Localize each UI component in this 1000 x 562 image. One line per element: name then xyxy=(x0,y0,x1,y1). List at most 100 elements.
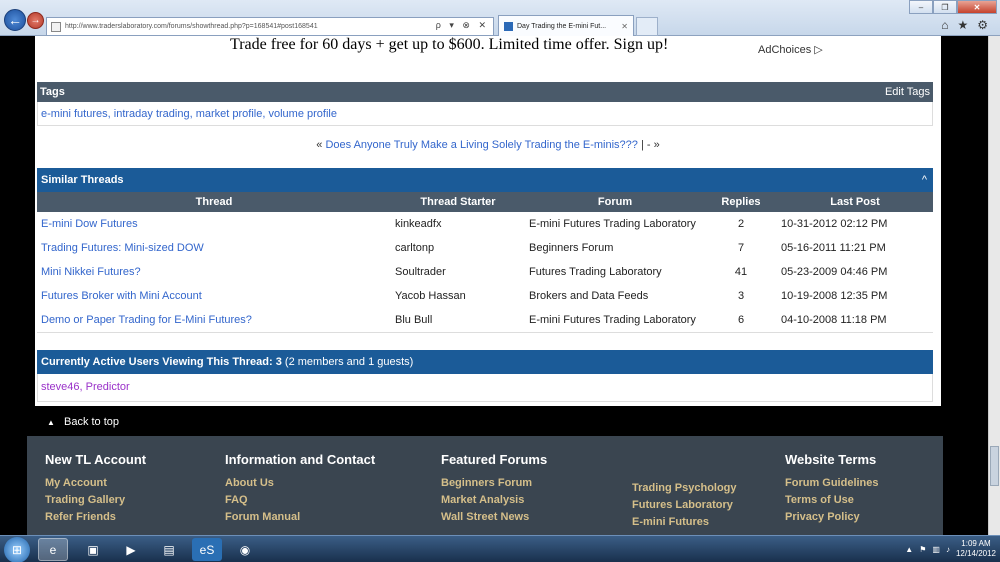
tab-close-icon[interactable]: ✕ xyxy=(621,22,628,31)
collapse-caret-icon[interactable]: ^ xyxy=(922,174,927,186)
forum-name: Beginners Forum xyxy=(529,242,614,254)
footer-heading: Website Terms xyxy=(785,452,877,467)
computer-icon[interactable]: ▤ xyxy=(154,538,184,561)
address-controls[interactable]: ρ ▾ ⊗ ✕ xyxy=(436,20,489,31)
table-row: Futures Broker with Mini Account Yacob H… xyxy=(37,284,933,308)
clock[interactable]: 1:09 AM 12/14/2012 xyxy=(956,539,996,559)
next-marker: » xyxy=(653,139,660,151)
tags-header: Tags Edit Tags xyxy=(37,82,933,102)
browser-toolbar-icons: ⌂ ★ ⚙ xyxy=(941,18,988,32)
footer-link[interactable]: Wall Street News xyxy=(441,511,547,528)
footer-link[interactable]: Refer Friends xyxy=(45,511,146,528)
reply-count: 2 xyxy=(737,218,745,230)
active-users-label: Currently Active Users Viewing This Thre… xyxy=(41,356,282,368)
prev-thread-link[interactable]: Does Anyone Truly Make a Living Solely T… xyxy=(325,139,637,151)
forward-arrow-icon[interactable]: → xyxy=(27,12,44,29)
clock-time: 1:09 AM xyxy=(961,539,991,548)
adchoices-link[interactable]: AdChoices ▷ xyxy=(758,43,823,56)
footer-link[interactable]: Forum Guidelines xyxy=(785,477,879,494)
tag-link[interactable]: e-mini futures xyxy=(41,108,108,120)
ad-banner[interactable]: Trade free for 60 days + get up to $600.… xyxy=(35,36,941,80)
thread-link[interactable]: Demo or Paper Trading for E-Mini Futures… xyxy=(41,314,252,326)
last-post: 05-23-2009 04:46 PM xyxy=(781,266,888,278)
scrollbar-thumb[interactable] xyxy=(990,446,999,486)
tab-title: Day Trading the E-mini Fut... xyxy=(517,22,607,30)
table-row: Demo or Paper Trading for E-Mini Futures… xyxy=(37,308,933,333)
tag-link[interactable]: market profile xyxy=(196,108,263,120)
volume-icon[interactable]: ♪ xyxy=(946,545,950,554)
system-tray: ▲ ⚑ ▥ ♪ 1:09 AM 12/14/2012 xyxy=(905,539,996,559)
footer-link[interactable]: Privacy Policy xyxy=(785,511,879,528)
browser-tab[interactable]: Day Trading the E-mini Fut... ✕ xyxy=(498,15,634,36)
address-bar[interactable]: http://www.traderslaboratory.com/forums/… xyxy=(46,17,494,36)
footer-link[interactable]: Trading Psychology xyxy=(632,482,737,499)
close-window-icon[interactable]: ✕ xyxy=(957,0,997,14)
footer-link[interactable]: Forum Manual xyxy=(225,511,375,528)
url-text: http://www.traderslaboratory.com/forums/… xyxy=(65,23,318,30)
thread-starter: Soultrader xyxy=(395,266,446,278)
window-controls: – ❐ ✕ xyxy=(909,0,997,14)
thread-link[interactable]: Trading Futures: Mini-sized DOW xyxy=(41,242,204,254)
forum-name: E-mini Futures Trading Laboratory xyxy=(525,308,705,333)
page-viewport: Trade free for 60 days + get up to $600.… xyxy=(0,36,988,535)
thread-starter: kinkeadfx xyxy=(395,218,442,230)
footer-link[interactable]: Market Analysis xyxy=(441,494,547,511)
thread-link[interactable]: Futures Broker with Mini Account xyxy=(41,290,202,302)
footer-link[interactable]: Trading Gallery xyxy=(45,494,146,511)
footer-column-info: Information and Contact About Us FAQ For… xyxy=(225,452,375,528)
footer-link[interactable]: About Us xyxy=(225,477,375,494)
footer-link[interactable]: My Account xyxy=(45,477,146,494)
active-users-header: Currently Active Users Viewing This Thre… xyxy=(37,350,933,374)
edit-tags-link[interactable]: Edit Tags xyxy=(885,86,930,98)
active-users-list[interactable]: steve46, Predictor xyxy=(37,374,933,402)
footer-link[interactable]: FAQ xyxy=(225,494,375,511)
back-arrow-icon[interactable]: ← xyxy=(4,9,26,31)
back-to-top-label: Back to top xyxy=(63,416,120,428)
site-footer: New TL Account My Account Trading Galler… xyxy=(27,436,943,535)
column-header: Forum xyxy=(525,192,705,212)
start-button-icon[interactable]: ⊞ xyxy=(4,537,30,562)
vertical-scrollbar[interactable] xyxy=(988,36,1000,535)
forum-name: E-mini Futures Trading Laboratory xyxy=(529,218,696,230)
thread-starter: carltonp xyxy=(395,242,435,254)
network-icon[interactable]: ▥ xyxy=(932,545,940,554)
reply-count: 6 xyxy=(705,308,777,333)
tag-link[interactable]: intraday trading xyxy=(114,108,190,120)
thread-link[interactable]: Mini Nikkei Futures? xyxy=(41,266,141,278)
footer-column-featured: Featured Forums Beginners Forum Market A… xyxy=(441,452,547,528)
footer-link[interactable]: Terms of Use xyxy=(785,494,879,511)
tools-gear-icon[interactable]: ⚙ xyxy=(977,18,988,32)
favorites-star-icon[interactable]: ★ xyxy=(957,18,968,32)
similar-threads-header: Similar Threads ^ xyxy=(37,168,933,192)
internet-explorer-icon[interactable]: e xyxy=(38,538,68,561)
column-header: Thread xyxy=(37,192,391,212)
main-content: Trade free for 60 days + get up to $600.… xyxy=(35,36,941,406)
ad-text[interactable]: Trade free for 60 days + get up to $600.… xyxy=(230,36,668,54)
clock-date: 12/14/2012 xyxy=(955,549,996,558)
active-users-detail: (2 members and 1 guests) xyxy=(284,356,414,368)
reply-count: 3 xyxy=(737,290,745,302)
new-tab-button[interactable] xyxy=(636,17,658,36)
column-header: Last Post xyxy=(777,192,933,212)
app-es-icon[interactable]: eS xyxy=(192,538,222,561)
minimize-icon[interactable]: – xyxy=(909,0,933,14)
restore-icon[interactable]: ❐ xyxy=(933,0,957,14)
browser-chrome: ← → http://www.traderslaboratory.com/for… xyxy=(0,0,1000,36)
last-post: 04-10-2008 11:18 PM xyxy=(777,308,933,333)
thread-starter: Yacob Hassan xyxy=(395,290,466,302)
media-player-icon[interactable]: ▶ xyxy=(116,538,146,561)
tray-expand-icon[interactable]: ▲ xyxy=(905,545,913,554)
table-row: Mini Nikkei Futures? Soultrader Futures … xyxy=(37,260,933,284)
home-icon[interactable]: ⌂ xyxy=(941,18,948,32)
tags-list: e-mini futures, intraday trading, market… xyxy=(37,102,933,126)
footer-link[interactable]: Beginners Forum xyxy=(441,477,547,494)
tag-link[interactable]: volume profile xyxy=(268,108,336,120)
footer-link[interactable]: E-mini Futures xyxy=(632,516,737,533)
tags-title: Tags xyxy=(40,86,65,98)
footer-link[interactable]: Futures Laboratory xyxy=(632,499,737,516)
folder-icon[interactable]: ▣ xyxy=(78,538,108,561)
app-red-icon[interactable]: ◉ xyxy=(230,538,260,561)
back-to-top-link[interactable]: ▲ Back to top xyxy=(35,408,941,434)
thread-link[interactable]: E-mini Dow Futures xyxy=(41,218,138,230)
flag-icon[interactable]: ⚑ xyxy=(919,545,926,554)
